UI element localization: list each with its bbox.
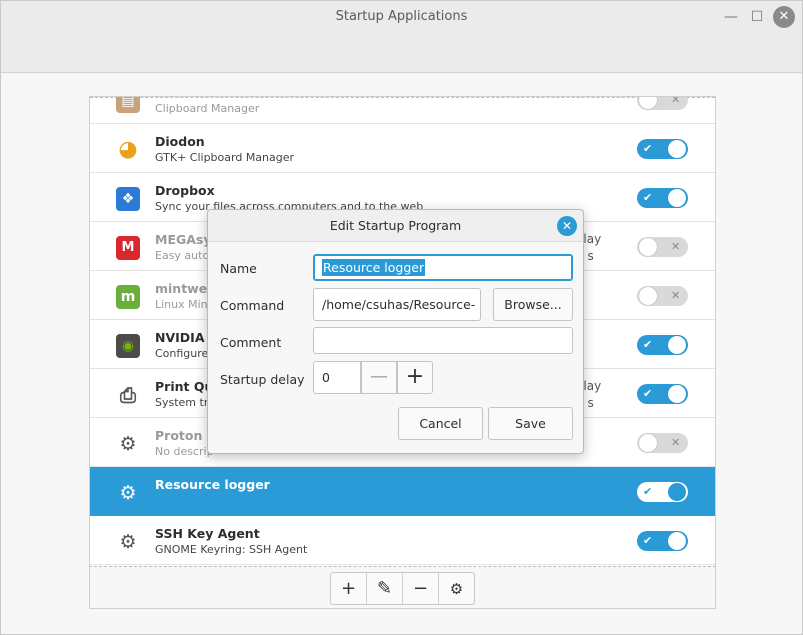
toggle-knob — [668, 385, 686, 403]
toolbar-area: + ✎ − ⚙ — [89, 566, 716, 609]
edit-button[interactable]: ✎ — [367, 573, 403, 604]
gear-icon: ⚙ — [119, 482, 137, 504]
enable-toggle[interactable]: ✔ — [637, 531, 688, 551]
app-name: SSH Key Agent — [155, 526, 260, 541]
delay-decrement-button[interactable]: — — [361, 361, 397, 394]
save-button[interactable]: Save — [488, 407, 573, 440]
enable-toggle[interactable]: ✔ — [637, 384, 688, 404]
enable-toggle[interactable]: ✔ — [637, 139, 688, 159]
app-description: Easy autor — [155, 249, 214, 262]
x-icon: ✕ — [671, 436, 681, 449]
app-name: MEGAsy — [155, 232, 212, 247]
check-icon: ✔ — [643, 534, 653, 547]
app-name: NVIDIA — [155, 330, 205, 345]
toggle-knob — [668, 336, 686, 354]
mega-icon: M — [116, 236, 140, 260]
dialog-title: Edit Startup Program — [329, 218, 462, 233]
app-description: Clipboard Manager — [155, 102, 260, 115]
check-icon: ✔ — [643, 191, 653, 204]
run-now-button[interactable]: ⚙ — [439, 573, 474, 604]
remove-button[interactable]: − — [403, 573, 439, 604]
app-row[interactable]: ⚙ Resource logger ✔ — [90, 467, 715, 516]
enable-toggle[interactable]: ✕ — [637, 286, 688, 306]
enable-toggle[interactable]: ✕ — [637, 237, 688, 257]
cancel-button[interactable]: Cancel — [398, 407, 483, 440]
nvidia-icon: ◉ — [116, 334, 140, 358]
check-icon: ✔ — [643, 338, 653, 351]
toggle-knob — [639, 238, 657, 256]
clipboard-icon: ▤ — [116, 97, 140, 113]
diodon-icon: ◕ — [118, 137, 138, 162]
toggle-knob — [668, 483, 686, 501]
delay-increment-button[interactable]: + — [397, 361, 433, 394]
app-description: GNOME Keyring: SSH Agent — [155, 543, 308, 556]
check-icon: ✔ — [643, 142, 653, 155]
toggle-knob — [639, 287, 657, 305]
window-title: Startup Applications — [335, 9, 468, 24]
toggle-knob — [639, 434, 657, 452]
toggle-knob — [639, 97, 657, 109]
comment-field[interactable] — [313, 327, 573, 354]
app-row[interactable]: ⚙ SSH Key Agent GNOME Keyring: SSH Agent ✔ — [90, 516, 715, 565]
toggle-knob — [668, 140, 686, 158]
toolbar: + ✎ − ⚙ — [330, 572, 475, 605]
app-name: Resource logger — [155, 477, 270, 492]
app-description: No descrip — [155, 445, 214, 458]
edit-startup-program-dialog: Edit Startup Program ✕ Name Resource log… — [207, 209, 584, 454]
app-row[interactable]: ◕ Diodon GTK+ Clipboard Manager ✔ — [90, 124, 715, 173]
x-icon: ✕ — [671, 96, 681, 106]
check-icon: ✔ — [643, 485, 653, 498]
comment-label: Comment — [220, 335, 282, 350]
command-field[interactable]: /home/csuhas/Resource- — [313, 288, 481, 321]
toggle-knob — [668, 189, 686, 207]
app-row[interactable]: ▤ Clipboard Manager ✕ — [90, 96, 715, 124]
app-description: Configure — [155, 347, 209, 360]
enable-toggle[interactable]: ✕ — [637, 433, 688, 453]
startup-delay-input[interactable]: 0 — [313, 361, 361, 394]
name-field[interactable]: Resource logger — [313, 254, 573, 281]
toggle-knob — [668, 532, 686, 550]
gear-icon: ⚙ — [119, 433, 137, 455]
maximize-button[interactable]: ☐ — [747, 7, 767, 27]
mint-icon: m — [116, 285, 140, 309]
check-icon: ✔ — [643, 387, 653, 400]
app-name: Dropbox — [155, 183, 215, 198]
startup-delay-label: Startup delay — [220, 372, 305, 387]
app-name: Diodon — [155, 134, 205, 149]
app-description: Linux Mint — [155, 298, 212, 311]
dialog-close-button[interactable]: ✕ — [557, 216, 577, 236]
name-label: Name — [220, 261, 257, 276]
dialog-header: Edit Startup Program ✕ — [208, 210, 583, 242]
enable-toggle[interactable]: ✔ — [637, 482, 688, 502]
name-field-value: Resource logger — [322, 259, 426, 276]
add-button[interactable]: + — [331, 573, 367, 604]
enable-toggle[interactable]: ✔ — [637, 335, 688, 355]
command-label: Command — [220, 298, 285, 313]
title-bar: Startup Applications — ☐ ✕ — [1, 1, 802, 73]
dropbox-icon: ❖ — [116, 187, 140, 211]
app-description: GTK+ Clipboard Manager — [155, 151, 295, 164]
x-icon: ✕ — [671, 240, 681, 253]
close-button[interactable]: ✕ — [773, 6, 795, 28]
app-name: Print Qu — [155, 379, 214, 394]
enable-toggle[interactable]: ✔ — [637, 188, 688, 208]
minimize-button[interactable]: — — [721, 7, 741, 27]
x-icon: ✕ — [671, 289, 681, 302]
printer-icon: ⎙ — [120, 383, 136, 407]
browse-button[interactable]: Browse... — [493, 288, 573, 321]
gear-icon: ⚙ — [119, 531, 137, 553]
enable-toggle[interactable]: ✕ — [637, 96, 688, 110]
